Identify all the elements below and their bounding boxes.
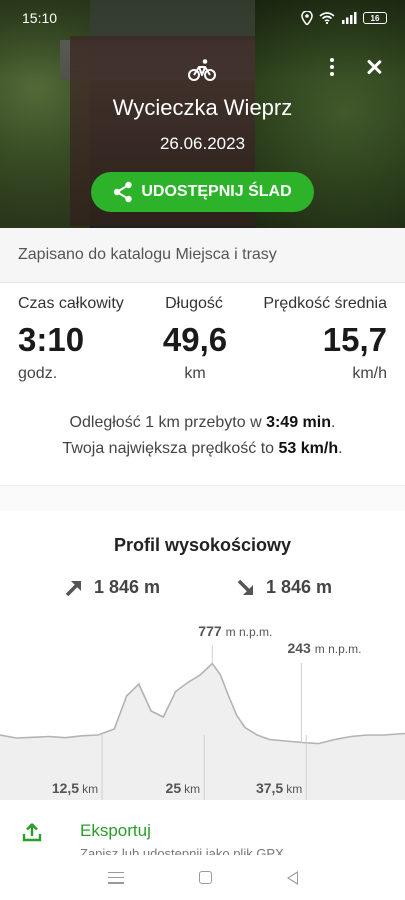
wifi-icon xyxy=(319,12,335,24)
stat-value: 15,7 xyxy=(322,321,387,358)
stat-unit: km/h xyxy=(352,365,387,382)
section-separator xyxy=(0,485,405,511)
bicycle-icon xyxy=(188,59,216,81)
pace-fact: Odległość 1 km przebyto w 3:49 min. xyxy=(69,414,336,431)
stat-total-time: Czas całkowity 3:10 godz. xyxy=(18,295,124,383)
recent-apps-button[interactable] xyxy=(107,871,124,884)
trip-stats: Czas całkowity 3:10 godz. Długość 49,6 k… xyxy=(0,283,405,393)
trip-facts: Odległość 1 km przebyto w 3:49 min. Twoj… xyxy=(0,410,405,462)
more-options-icon[interactable] xyxy=(329,56,335,78)
elevation-chart[interactable]: 12,5 km 25 km 37,5 km777 m n.p.m.243 m n.p.m. xyxy=(0,615,405,805)
location-icon xyxy=(301,11,313,25)
share-icon xyxy=(114,181,133,203)
stat-unit: km xyxy=(184,365,206,382)
stat-value: 3:10 xyxy=(18,321,85,358)
back-button[interactable] xyxy=(286,870,298,885)
max-elevation-label: 777 m n.p.m. xyxy=(198,623,272,639)
status-icons: 16 xyxy=(301,11,387,25)
export-row[interactable]: Eksportuj Zapisz lub udostępnij jako pli… xyxy=(0,800,405,860)
ascent-value: 1 846 m xyxy=(94,577,161,597)
battery-icon: 16 xyxy=(363,12,387,24)
stat-value: 49,6 xyxy=(162,321,228,358)
total-descent: 1 846 m xyxy=(236,577,332,598)
close-icon[interactable] xyxy=(363,56,385,78)
total-ascent: 1 846 m xyxy=(64,577,160,598)
status-bar: 15:10 16 xyxy=(0,0,405,36)
signal-icon xyxy=(342,12,357,24)
stat-label: Długość xyxy=(165,295,223,312)
upload-icon xyxy=(22,823,42,842)
trip-date: 26.06.2023 xyxy=(159,134,246,153)
x-tick-label: 37,5 km xyxy=(256,780,302,796)
arrow-down-right-icon xyxy=(237,579,253,595)
hero-actions xyxy=(329,56,385,78)
arrow-up-right-icon xyxy=(65,580,81,596)
max-speed-fact: Twoja największa prędkość to 53 km/h. xyxy=(62,440,343,457)
home-button[interactable] xyxy=(198,871,212,884)
stat-unit: godz. xyxy=(18,365,58,382)
x-tick-label: 12,5 km xyxy=(52,780,98,796)
status-time: 15:10 xyxy=(22,10,58,26)
stat-label: Prędkość średnia xyxy=(263,295,387,312)
stat-distance: Długość 49,6 km xyxy=(160,295,230,383)
min-elevation-label: 243 m n.p.m. xyxy=(287,640,361,656)
descent-value: 1 846 m xyxy=(266,577,333,597)
trip-title: Wycieczka Wieprz xyxy=(112,95,293,120)
share-track-label: UDOSTĘPNIJ ŚLAD xyxy=(141,183,292,200)
share-track-button[interactable]: UDOSTĘPNIJ ŚLAD xyxy=(91,172,314,212)
elevation-profile-title: Profil wysokościowy xyxy=(113,535,292,555)
stat-average-speed: Prędkość średnia 15,7 km/h xyxy=(263,295,387,383)
stat-label: Czas całkowity xyxy=(18,295,124,312)
trip-hero: 15:10 16 Wycieczka Wieprz 26.06.2023 UDO… xyxy=(0,0,405,228)
export-label: Eksportuj xyxy=(80,821,151,840)
system-nav-bar xyxy=(0,855,405,900)
saved-notice[interactable]: Zapisano do katalogu Miejsca i trasy xyxy=(0,228,405,283)
